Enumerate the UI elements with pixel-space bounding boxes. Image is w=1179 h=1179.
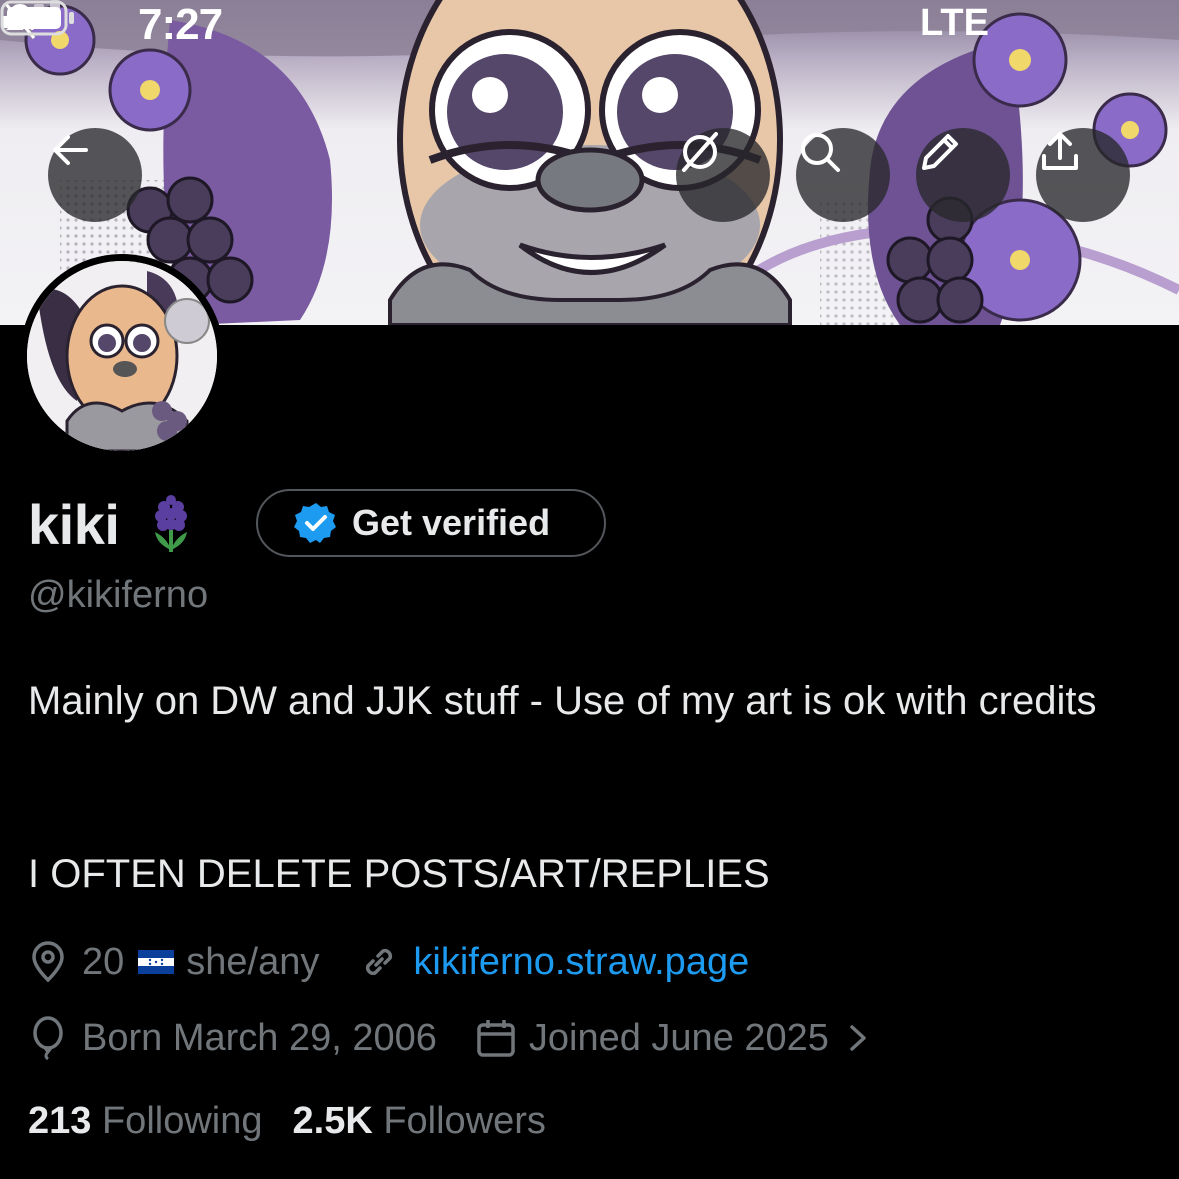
search-button[interactable] — [796, 128, 890, 222]
get-verified-label: Get verified — [352, 502, 551, 543]
edit-button[interactable] — [916, 128, 1010, 222]
avatar-image — [27, 261, 217, 451]
username-handle: @kikiferno — [28, 574, 209, 616]
website-link[interactable]: kikiferno.straw.page — [413, 941, 749, 984]
bio: Mainly on DW and JJK stuff - Use of my a… — [28, 679, 1097, 723]
network-label: LTE — [920, 2, 989, 44]
verified-badge-icon — [294, 503, 336, 543]
birthday-text: Born March 29, 2006 — [82, 1016, 437, 1059]
chevron-right-icon[interactable] — [847, 1021, 869, 1055]
location-age: 20 — [82, 940, 125, 983]
share-icon — [1042, 132, 1078, 170]
meta-row-location: 20 she/any kikiferno.straw.page — [28, 940, 749, 984]
share-button[interactable] — [1036, 128, 1130, 222]
avatar[interactable] — [20, 254, 224, 458]
arrow-left-icon — [53, 135, 88, 165]
link-icon — [366, 948, 393, 976]
location-pronouns: she/any — [186, 940, 320, 983]
meta-row-dates: Born March 29, 2006 Joined June 2025 — [28, 1016, 869, 1060]
avatar-artwork-icon — [27, 261, 217, 451]
grok-button[interactable] — [676, 128, 770, 222]
following-link[interactable]: 213 Following — [28, 1100, 263, 1143]
display-name: kiki — [28, 492, 120, 556]
get-verified-button[interactable]: Get verified — [256, 489, 606, 557]
back-button[interactable] — [48, 128, 142, 222]
followers-label: Followers — [383, 1100, 546, 1142]
balloon-icon — [33, 1016, 63, 1060]
following-count: 213 — [28, 1100, 102, 1142]
pencil-icon — [922, 134, 958, 170]
hyacinth-icon — [155, 495, 188, 552]
location-pin-icon — [32, 941, 64, 983]
status-time: 7:27 — [138, 0, 223, 49]
follow-stats: 213 Following 2.5K Followers — [28, 1100, 546, 1143]
calendar-icon — [477, 1020, 515, 1057]
name-row: kiki — [28, 488, 193, 560]
battery-icon — [0, 0, 74, 36]
search-icon — [801, 133, 840, 172]
honduras-flag-icon — [138, 950, 175, 974]
bio-notice: I OFTEN DELETE POSTS/ART/REPLIES — [28, 852, 770, 896]
following-label: Following — [101, 1100, 263, 1142]
slashed-circle-icon — [682, 132, 718, 172]
followers-link[interactable]: 2.5K Followers — [293, 1100, 546, 1143]
joined-text[interactable]: Joined June 2025 — [529, 1017, 829, 1060]
followers-count: 2.5K — [292, 1100, 384, 1142]
